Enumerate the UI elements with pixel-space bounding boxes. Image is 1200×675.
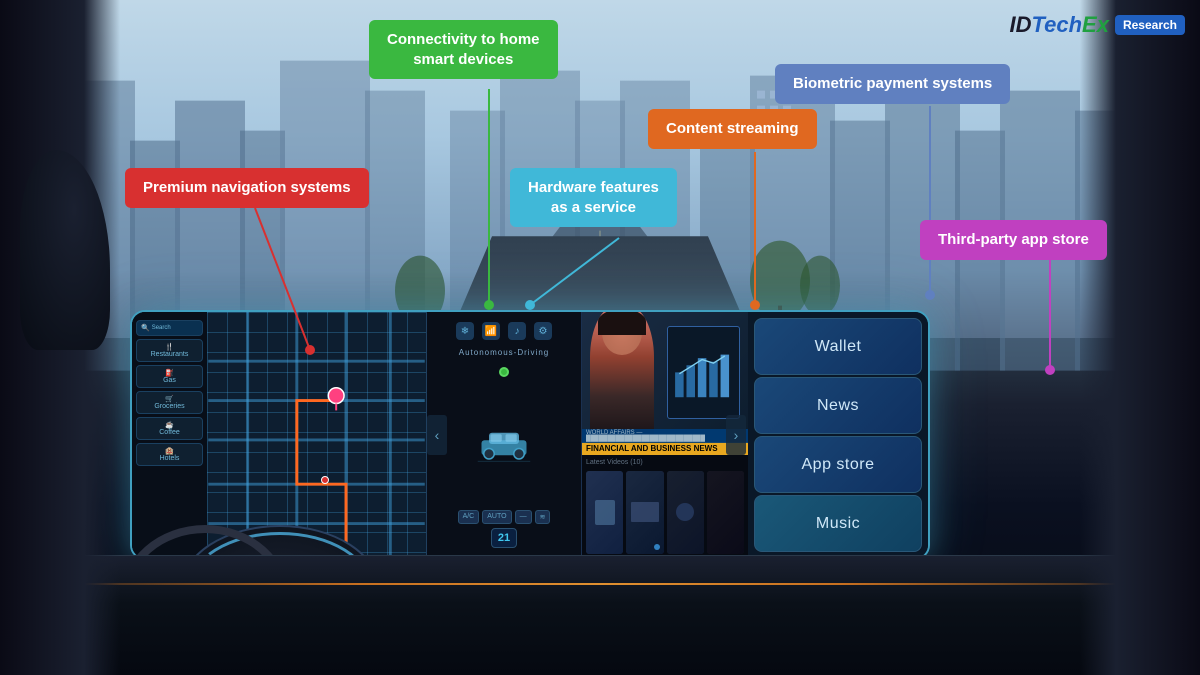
speed-display: 21 (491, 528, 517, 548)
infotainment-screen[interactable]: 🔍 Search 🍴Restaurants ⛽Gas 🛒Groceries ☕C… (130, 310, 930, 560)
app-store-button[interactable]: App store (754, 436, 922, 493)
brand-logo: IDTechEx (1010, 12, 1109, 38)
mode-control[interactable]: — (515, 510, 532, 524)
auto-control[interactable]: AUTO (482, 510, 511, 524)
gas-button[interactable]: ⛽Gas (136, 365, 203, 388)
third-party-label: Third-party app store (920, 220, 1107, 260)
connectivity-label: Connectivity to home smart devices (369, 20, 558, 79)
hardware-connection-dot (499, 367, 509, 377)
video-thumb-1[interactable] (586, 471, 623, 554)
wallet-button[interactable]: Wallet (754, 318, 922, 375)
video-thumbnails (586, 471, 744, 554)
apps-panel: Wallet News App store Music (748, 312, 928, 558)
wifi-icon: 📶 (482, 322, 500, 340)
videos-row: Latest Videos (10) (582, 455, 748, 558)
news-button[interactable]: News (754, 377, 922, 434)
settings-icon[interactable]: ⚙ (534, 322, 552, 340)
video-thumb-2[interactable] (626, 471, 663, 554)
ac-control[interactable]: A/C (458, 510, 480, 524)
fan-control[interactable]: ≋ (535, 510, 551, 524)
hotels-button[interactable]: 🏨Hotels (136, 443, 203, 466)
premium-nav-label: Premium navigation systems (125, 168, 369, 208)
car-icon (474, 424, 534, 464)
background-scene: 🔍 Search 🍴Restaurants ⛽Gas 🛒Groceries ☕C… (0, 0, 1200, 675)
autonomous-text: Autonomous-Driving (459, 348, 549, 357)
content-streaming-label: Content streaming (648, 109, 817, 149)
pillar-right (1080, 0, 1200, 675)
nav-arrow-left[interactable]: ‹ (427, 415, 447, 455)
news-video-player[interactable]: FINANCIAL AND BUSINESS NEWS WORLD AFFAIR… (582, 312, 748, 455)
navigation-panel: 🔍 Search 🍴Restaurants ⛽Gas 🛒Groceries ☕C… (132, 312, 427, 558)
driving-icons-row: ❄ 📶 ♪ ⚙ (456, 322, 552, 340)
video-thumb-3[interactable] (667, 471, 704, 554)
coffee-button[interactable]: ☕Coffee (136, 417, 203, 440)
music-button[interactable]: Music (754, 495, 922, 552)
dashboard-strip (0, 555, 1200, 675)
dashboard-accent (0, 583, 1200, 585)
ac-icon: ❄ (456, 322, 474, 340)
biometric-label: Biometric payment systems (775, 64, 1010, 104)
nav-sidebar: 🔍 Search 🍴Restaurants ⛽Gas 🛒Groceries ☕C… (132, 312, 207, 558)
music-icon: ♪ (508, 322, 526, 340)
driving-panel: ❄ 📶 ♪ ⚙ Autonomous-Driving (427, 312, 582, 558)
search-button[interactable]: 🔍 Search (136, 320, 203, 336)
news-subtitle: WORLD AFFAIRS — ████████████████████████… (582, 429, 748, 443)
navigation-map[interactable] (207, 312, 426, 558)
groceries-button[interactable]: 🛒Groceries (136, 391, 203, 414)
hardware-label: Hardware features as a service (510, 168, 677, 227)
nav-arrow-right[interactable]: › (726, 415, 746, 455)
news-ticker: FINANCIAL AND BUSINESS NEWS (582, 442, 748, 455)
video-thumb-4[interactable] (707, 471, 744, 554)
restaurants-button[interactable]: 🍴Restaurants (136, 339, 203, 362)
research-badge: Research (1115, 15, 1185, 35)
branding-area: IDTechEx Research (1010, 12, 1186, 38)
media-panel: FINANCIAL AND BUSINESS NEWS WORLD AFFAIR… (582, 312, 748, 558)
videos-label: Latest Videos (10) (586, 459, 643, 466)
car-icon-area (474, 382, 534, 505)
